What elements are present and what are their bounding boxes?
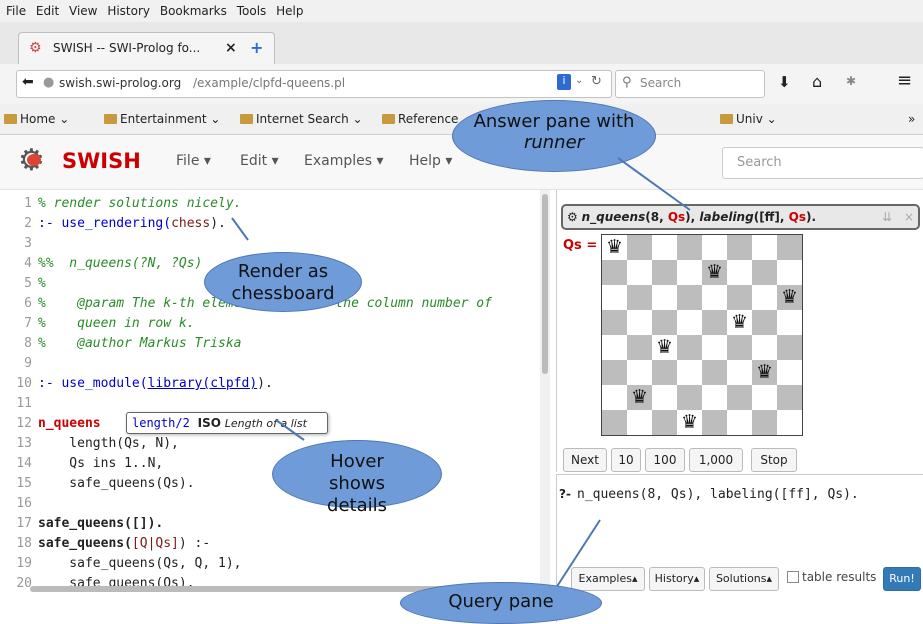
callout-pointers [231,157,691,589]
callout-render: Render as chessboard [204,252,362,312]
callout-query-pane: Query pane [400,582,602,624]
callout-hover: Hover shows details [272,440,442,516]
